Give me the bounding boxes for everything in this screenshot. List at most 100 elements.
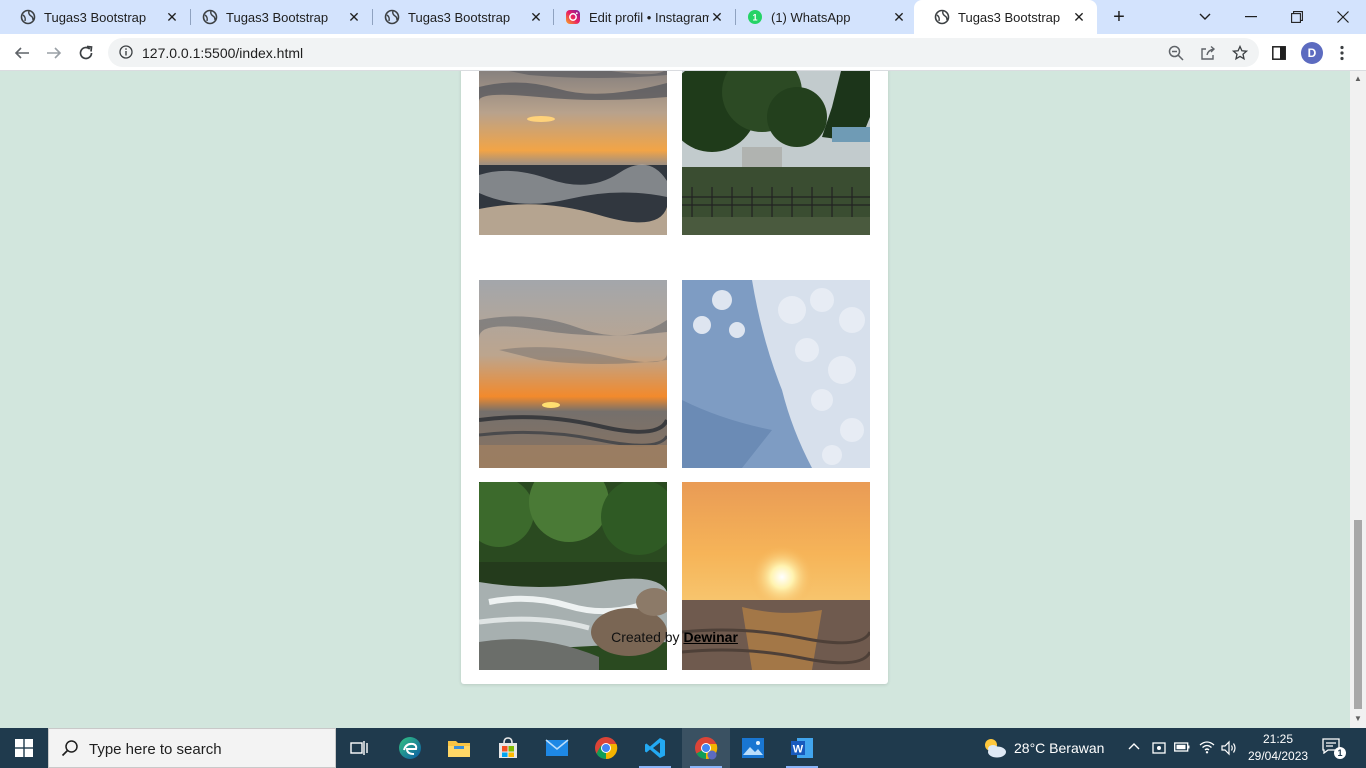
zoom-button[interactable] xyxy=(1166,43,1186,63)
word-app[interactable]: W xyxy=(778,728,826,768)
store-app[interactable] xyxy=(484,728,532,768)
word-icon: W xyxy=(791,738,813,758)
reload-button[interactable] xyxy=(72,39,100,67)
address-bar[interactable]: 127.0.0.1:5500/index.html xyxy=(108,38,1259,67)
reload-icon xyxy=(79,45,93,60)
search-placeholder: Type here to search xyxy=(89,741,222,758)
tab-title: Tugas3 Bootstrap xyxy=(44,9,147,25)
close-icon xyxy=(1337,11,1349,23)
store-icon xyxy=(499,737,517,758)
kebab-menu-icon xyxy=(1340,45,1344,61)
vscode-icon xyxy=(645,738,665,758)
new-tab-button[interactable]: + xyxy=(1108,6,1130,28)
whatsapp-icon: 1 xyxy=(748,10,762,24)
globe-icon xyxy=(384,9,400,25)
minimize-button[interactable] xyxy=(1228,0,1274,34)
windows-logo-icon xyxy=(15,739,33,757)
tab-title: Edit profil • Instagram xyxy=(589,9,709,25)
weather-icon[interactable] xyxy=(982,736,1008,760)
system-clock[interactable]: 21:25 29/04/2023 xyxy=(1248,731,1308,765)
park-trees-photo xyxy=(682,71,870,235)
scroll-up-icon[interactable]: ▲ xyxy=(1353,74,1363,84)
url-text[interactable]: 127.0.0.1:5500/index.html xyxy=(142,45,303,61)
close-window-button[interactable] xyxy=(1320,0,1366,34)
tab-title: Tugas3 Bootstrap xyxy=(226,9,329,25)
chrome-icon xyxy=(595,737,618,760)
restore-button[interactable] xyxy=(1274,0,1320,34)
tab-close-icon[interactable]: ✕ xyxy=(164,9,180,25)
tab-search-button[interactable] xyxy=(1182,0,1228,34)
globe-icon xyxy=(934,9,950,25)
gallery-photo[interactable] xyxy=(682,71,870,235)
author-link[interactable]: Dewinar xyxy=(683,629,737,645)
browser-toolbar: 127.0.0.1:5500/index.html D xyxy=(0,34,1366,71)
browser-tab[interactable]: Tugas3 Bootstrap ✕ xyxy=(364,0,554,34)
tab-title: (1) WhatsApp xyxy=(771,9,851,25)
file-explorer-app[interactable] xyxy=(435,728,483,768)
tab-close-icon[interactable]: ✕ xyxy=(1071,9,1087,25)
tab-title: Tugas3 Bootstrap xyxy=(408,9,511,25)
tab-strip: Tugas3 Bootstrap ✕ Tugas3 Bootstrap ✕ Tu… xyxy=(0,0,1366,34)
restore-icon xyxy=(1291,11,1303,23)
side-panel-button[interactable] xyxy=(1269,43,1289,63)
zoom-out-icon xyxy=(1168,45,1184,61)
globe-icon xyxy=(202,9,218,25)
vscode-app[interactable] xyxy=(631,728,679,768)
credit-prefix: Created by xyxy=(611,629,680,645)
browser-tab-active[interactable]: Tugas3 Bootstrap ✕ xyxy=(914,0,1097,34)
credit-line: Created by Dewinar xyxy=(461,629,888,645)
photos-app[interactable] xyxy=(729,728,777,768)
taskbar-search[interactable]: Type here to search xyxy=(48,728,336,768)
scroll-down-icon[interactable]: ▼ xyxy=(1353,714,1363,724)
task-view-button[interactable] xyxy=(336,728,384,768)
svg-text:W: W xyxy=(793,744,804,756)
gallery-photo[interactable] xyxy=(682,280,870,468)
scrollbar-thumb[interactable] xyxy=(1354,520,1362,709)
browser-tab[interactable]: Edit profil • Instagram ✕ xyxy=(545,0,735,34)
tab-title: Tugas3 Bootstrap xyxy=(958,9,1061,25)
beach-sunset-photo xyxy=(479,71,667,235)
wifi-icon[interactable] xyxy=(1199,740,1215,754)
arrow-right-icon xyxy=(47,47,62,59)
notification-center-button[interactable]: 1 xyxy=(1322,738,1346,759)
chevron-up-icon[interactable] xyxy=(1128,742,1140,750)
edge-app[interactable] xyxy=(386,728,434,768)
sunset-clouds-photo xyxy=(479,280,667,468)
side-panel-icon xyxy=(1272,46,1286,60)
start-button[interactable] xyxy=(0,728,48,768)
volume-icon[interactable] xyxy=(1221,740,1239,756)
page-scrollbar[interactable]: ▲ ▼ xyxy=(1350,71,1366,728)
forward-button[interactable] xyxy=(40,39,68,67)
info-icon[interactable] xyxy=(119,45,133,59)
folder-icon xyxy=(448,741,470,757)
gallery-photo[interactable] xyxy=(479,71,667,235)
bookmark-button[interactable] xyxy=(1230,43,1250,63)
page-viewport: Created by Dewinar xyxy=(0,71,1350,728)
tab-close-icon[interactable]: ✕ xyxy=(346,9,362,25)
share-icon xyxy=(1201,45,1216,60)
windows-taskbar: Type here to search W 28°C Berawan 21:25 xyxy=(0,728,1366,768)
tab-close-icon[interactable]: ✕ xyxy=(891,9,907,25)
browser-tab[interactable]: 1 (1) WhatsApp ✕ xyxy=(727,0,917,34)
tab-close-icon[interactable]: ✕ xyxy=(528,9,544,25)
chrome-app[interactable] xyxy=(582,728,630,768)
weather-text[interactable]: 28°C Berawan xyxy=(1014,740,1104,756)
back-button[interactable] xyxy=(8,39,36,67)
browser-tab[interactable]: Tugas3 Bootstrap ✕ xyxy=(182,0,372,34)
tab-close-icon[interactable]: ✕ xyxy=(709,9,725,25)
share-button[interactable] xyxy=(1198,43,1218,63)
browser-tab[interactable]: Tugas3 Bootstrap ✕ xyxy=(0,0,190,34)
edge-icon xyxy=(399,737,421,759)
mail-app[interactable] xyxy=(533,728,581,768)
clock-date: 29/04/2023 xyxy=(1248,749,1309,763)
chrome-profile-app[interactable] xyxy=(682,728,730,768)
search-icon xyxy=(61,740,78,757)
menu-button[interactable] xyxy=(1332,43,1352,63)
battery-icon[interactable] xyxy=(1174,741,1190,753)
minimize-icon xyxy=(1245,16,1257,18)
gallery-card: Created by Dewinar xyxy=(461,71,888,684)
gallery-photo[interactable] xyxy=(479,280,667,468)
meet-now-icon[interactable] xyxy=(1152,740,1166,756)
task-view-icon xyxy=(350,741,368,755)
profile-avatar[interactable]: D xyxy=(1301,42,1323,64)
